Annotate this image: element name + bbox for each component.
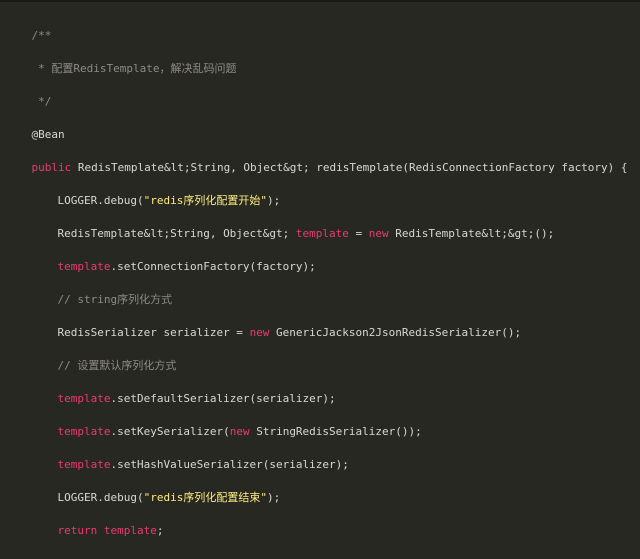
variable-token: template xyxy=(295,227,349,240)
string-token: "redis序列化配置开始" xyxy=(143,194,267,207)
code-line-logger-start: LOGGER.debug("redis序列化配置开始"); xyxy=(5,174,281,207)
comment-token: // 设置默认序列化方式 xyxy=(57,359,177,372)
variable-token: template xyxy=(97,524,157,537)
keyword-token: public xyxy=(31,161,72,174)
plain-token: ); xyxy=(266,491,281,504)
code-line-template-decl: RedisTemplate&lt;String, Object&gt; temp… xyxy=(5,207,555,240)
keyword-token: return xyxy=(57,524,98,537)
code-line-set-key-serializer: template.setKeySerializer(new StringRedi… xyxy=(5,405,422,438)
plain-token: ; xyxy=(156,524,164,537)
code-line-method-signature: public RedisTemplate&lt;String, Object&g… xyxy=(5,141,628,174)
comment-token: // string序列化方式 xyxy=(57,293,173,306)
comment-token: */ xyxy=(31,95,52,108)
plain-token: .setConnectionFactory(factory); xyxy=(110,260,316,273)
code-line-comment-string-serialization: // string序列化方式 xyxy=(5,273,173,306)
code-line-return: return template; xyxy=(5,504,164,537)
plain-token: RedisSerializer serializer = xyxy=(57,326,250,339)
string-token: "redis序列化配置结束" xyxy=(143,491,267,504)
keyword-token: new xyxy=(368,227,389,240)
plain-token: .setDefaultSerializer(serializer); xyxy=(110,392,336,405)
code-line-comment-body: * 配置RedisTemplate，解决乱码问题 xyxy=(5,42,236,75)
code-line-set-hash-value-serializer: template.setHashValueSerializer(serializ… xyxy=(5,438,349,471)
code-line-close-brace: } xyxy=(5,537,39,559)
variable-token: template xyxy=(57,458,111,471)
plain-token: RedisTemplate&lt;String, Object&gt; xyxy=(57,227,296,240)
variable-token: template xyxy=(57,425,111,438)
annotation-token: @Bean xyxy=(31,128,65,141)
plain-token: .setKeySerializer( xyxy=(110,425,230,438)
plain-token: .setHashValueSerializer(serializer); xyxy=(110,458,349,471)
code-line-annotation: @Bean xyxy=(5,108,65,141)
plain-token: StringRedisSerializer()); xyxy=(249,425,422,438)
code-line-logger-end: LOGGER.debug("redis序列化配置结束"); xyxy=(5,471,281,504)
comment-token: /** xyxy=(31,29,52,42)
code-line-comment-close: */ xyxy=(5,75,51,108)
plain-token: = xyxy=(348,227,369,240)
plain-token: LOGGER.debug( xyxy=(57,491,144,504)
keyword-token: new xyxy=(249,326,270,339)
plain-token: ); xyxy=(266,194,281,207)
variable-token: template xyxy=(57,260,111,273)
variable-token: template xyxy=(57,392,111,405)
plain-token: RedisTemplate&lt;&gt;(); xyxy=(388,227,555,240)
comment-token: * 配置RedisTemplate，解决乱码问题 xyxy=(31,62,237,75)
code-line-comment-default-serialization: // 设置默认序列化方式 xyxy=(5,339,177,372)
code-block: /** * 配置RedisTemplate，解决乱码问题 */ @Bean pu… xyxy=(0,0,640,559)
code-line-comment-open: /** xyxy=(5,9,52,42)
code-line-serializer-decl: RedisSerializer serializer = new Generic… xyxy=(5,306,522,339)
code-line-set-default-serializer: template.setDefaultSerializer(serializer… xyxy=(5,372,336,405)
keyword-token: new xyxy=(229,425,250,438)
plain-token: GenericJackson2JsonRedisSerializer(); xyxy=(269,326,522,339)
plain-token: RedisTemplate&lt;String, Object&gt; redi… xyxy=(71,161,628,174)
code-line-set-connection-factory: template.setConnectionFactory(factory); xyxy=(5,240,316,273)
plain-token: LOGGER.debug( xyxy=(57,194,144,207)
